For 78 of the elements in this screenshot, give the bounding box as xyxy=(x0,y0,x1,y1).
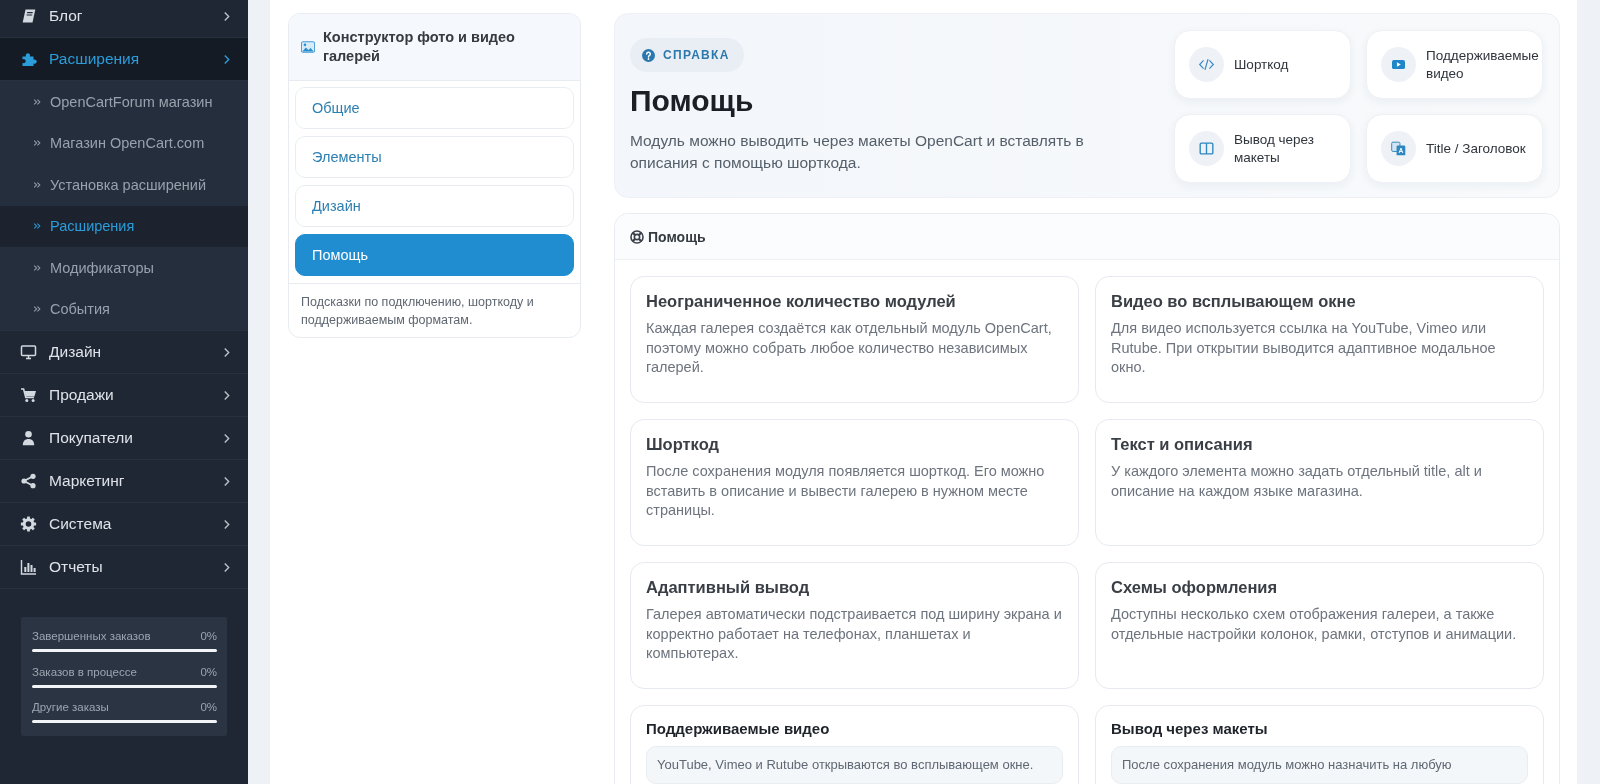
feature-title: Неограниченное количество модулей xyxy=(646,291,957,312)
feature-text: У каждого элемента можно задать отдельный title, alt и описание на каждом языке магазина. xyxy=(1111,462,1483,501)
panel-hint: Подсказки по подключению, шорткоду и поддерживаемым форматам. xyxy=(289,283,580,337)
sidebar-submenu-item[interactable]: События xyxy=(0,288,248,330)
monitor-icon xyxy=(20,344,37,360)
nav-tab[interactable]: Дизайн xyxy=(295,185,574,227)
feature-text: Каждая галерея создаётся как отдельный модуль OpenCart, поэтому можно собрать любое количество независимых галерей. xyxy=(646,319,1053,377)
chevron-right-icon xyxy=(223,518,230,530)
feature-title: Видео во всплывающем окне xyxy=(1111,291,1357,312)
book-icon xyxy=(20,8,37,24)
chevron-right-icon xyxy=(223,561,230,573)
feature-text: После сохранения модуля появляется шорткод. Его можно вставить в описание и вывести галерею в нужном месте страницы. xyxy=(646,462,1046,520)
sidebar-menu-item[interactable]: Дизайн xyxy=(0,331,248,374)
quick-link[interactable]: Шорткод xyxy=(1174,30,1351,99)
feature-text: Галерея автоматически подстраивается под ширину экрана и корректно работает на телефонах, планшетах и компьютерах. xyxy=(646,605,1063,663)
sidebar-menu-item[interactable]: Отчеты xyxy=(0,546,248,589)
badge-label: СПРАВКА xyxy=(663,48,730,62)
info-title: Вывод через макеты xyxy=(1111,719,1269,739)
note-text: YouTube, Vimeo и Rutube открываются во всплывающем окне. xyxy=(646,746,1063,784)
sidebar-menu-item[interactable]: Расширения xyxy=(0,38,248,81)
translate-icon xyxy=(1381,131,1416,166)
chevron-right-icon xyxy=(223,475,230,487)
double-chevron-icon xyxy=(33,180,41,189)
feature-text: Доступны несколько схем отображения галереи, а также отдельные настройки колонок, рамки, отступов и анимации. xyxy=(1111,605,1518,644)
chevron-right-icon xyxy=(223,432,230,444)
sidebar-submenu-item[interactable]: Установка расширений xyxy=(0,164,248,206)
nav-tab[interactable]: Общие xyxy=(295,87,574,129)
stat-label: Завершенных заказов xyxy=(32,629,151,643)
sidebar-menu-item[interactable]: Маркетинг xyxy=(0,460,248,503)
columns-icon xyxy=(1189,131,1224,166)
bar-chart-icon xyxy=(20,559,37,575)
sidebar-submenu-item[interactable]: OpenCartForum магазин xyxy=(0,81,248,123)
sidebar-submenu-item[interactable]: Модификаторы xyxy=(0,247,248,289)
stat-label: Другие заказы xyxy=(32,700,109,714)
stat-value: 0% xyxy=(200,700,217,714)
section-title: Помощь xyxy=(648,228,706,245)
stat-value: 0% xyxy=(200,629,217,643)
quick-link[interactable]: Вывод через макеты xyxy=(1174,114,1351,183)
chevron-right-icon xyxy=(223,346,230,358)
panel-title: Конструктор фото и видео галерей xyxy=(323,28,516,66)
nav-tab[interactable]: Элементы xyxy=(295,136,574,178)
gear-icon xyxy=(20,516,37,532)
sidebar-menu-item[interactable]: Продажи xyxy=(0,374,248,417)
double-chevron-icon xyxy=(33,263,41,272)
feature-text: Для видео используется ссылка на YouTube, Vimeo или Rutube. При открытии выводится адаптивное модальное окно. xyxy=(1111,319,1497,377)
cart-icon xyxy=(20,387,37,403)
double-chevron-icon xyxy=(33,139,41,148)
sidebar-menu-item[interactable]: Система xyxy=(0,503,248,546)
nav-tab[interactable]: Помощь xyxy=(295,234,574,276)
code-icon xyxy=(1189,47,1224,82)
share-icon xyxy=(20,473,37,489)
note-text: После сохранения модуль можно назначить на любую xyxy=(1111,746,1528,784)
feature-title: Схемы оформления xyxy=(1111,577,1279,598)
chevron-right-icon xyxy=(223,389,230,401)
lifebuoy-icon xyxy=(630,229,644,244)
stat-value: 0% xyxy=(200,664,217,679)
feature-title: Шорткод xyxy=(646,434,720,455)
double-chevron-icon xyxy=(33,305,41,314)
feature-title: Текст и описания xyxy=(1111,434,1254,455)
page-description: Модуль можно выводить через макеты OpenCart и вставлять в описания с помощью шорткода. xyxy=(630,131,1085,173)
quick-link[interactable]: Title / Заголовок xyxy=(1366,114,1543,183)
double-chevron-icon xyxy=(33,97,41,106)
sidebar-submenu-item[interactable]: Магазин OpenCart.com xyxy=(0,122,248,164)
sidebar-menu-item[interactable]: Покупатели xyxy=(0,417,248,460)
info-title: Поддерживаемые видео xyxy=(646,719,831,739)
puzzle-icon xyxy=(20,51,37,67)
question-icon xyxy=(642,48,655,62)
chevron-right-icon xyxy=(223,53,230,65)
feature-title: Адаптивный вывод xyxy=(646,577,811,598)
image-icon xyxy=(301,41,315,53)
page-title: Помощь xyxy=(630,83,755,119)
double-chevron-icon xyxy=(33,222,41,231)
stat-label: Заказов в процессе xyxy=(32,664,137,679)
video-play-icon xyxy=(1381,47,1416,82)
chevron-right-icon xyxy=(223,10,230,22)
user-icon xyxy=(20,430,37,446)
sidebar-submenu-item[interactable]: Расширения xyxy=(0,205,248,247)
quick-link[interactable]: Поддерживаемые видео xyxy=(1366,30,1543,99)
